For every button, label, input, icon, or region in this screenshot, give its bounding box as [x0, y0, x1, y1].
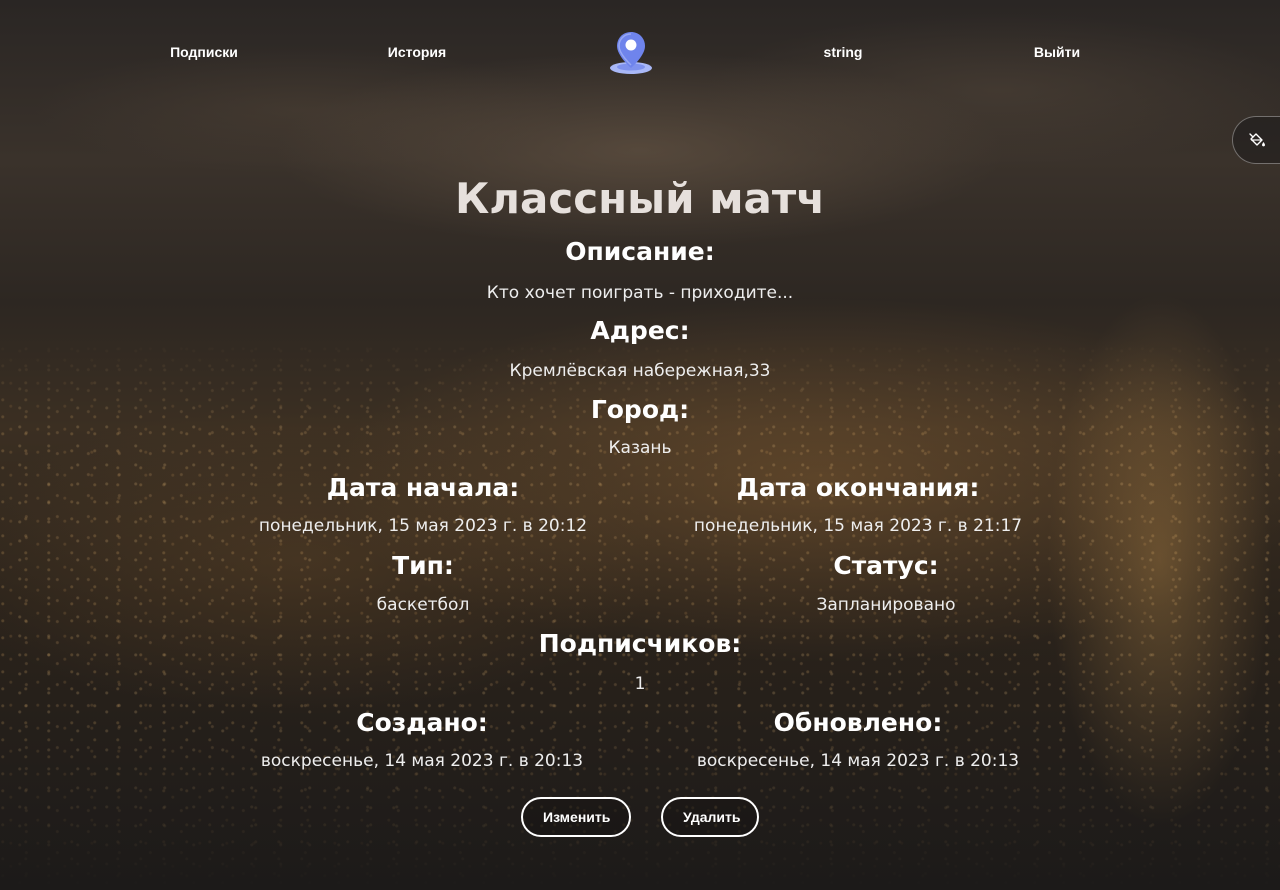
nav-username-link[interactable]: string [824, 44, 863, 60]
city-value: Казань [608, 438, 672, 458]
updated-value: воскресенье, 14 мая 2023 г. в 20:13 [696, 751, 1020, 771]
edit-button[interactable]: Изменить [521, 797, 631, 837]
end-date-value: понедельник, 15 мая 2023 г. в 21:17 [693, 516, 1023, 536]
end-date-label: Дата окончания: [736, 473, 980, 502]
nav-subscriptions-link[interactable]: Подписки [170, 44, 238, 60]
updated-label: Обновлено: [773, 708, 943, 737]
created-label: Создано: [356, 708, 488, 737]
paint-bucket-icon [1249, 133, 1265, 147]
description-value: Кто хочет поиграть - приходите... [486, 283, 794, 303]
type-label: Тип: [392, 551, 454, 580]
status-label: Статус: [833, 551, 939, 580]
start-date-value: понедельник, 15 мая 2023 г. в 20:12 [258, 516, 588, 536]
subscribers-count: 1 [634, 674, 646, 694]
theme-toggle-button[interactable] [1232, 116, 1280, 164]
subscribers-label: Подписчиков: [538, 629, 742, 658]
start-date-label: Дата начала: [326, 473, 520, 502]
address-value: Кремлёвская набережная,33 [509, 361, 771, 381]
status-value: Запланировано [816, 595, 956, 615]
city-label: Город: [590, 395, 690, 424]
description-label: Описание: [565, 237, 715, 266]
created-value: воскресенье, 14 мая 2023 г. в 20:13 [260, 751, 584, 771]
map-pin-icon[interactable] [607, 30, 655, 76]
event-title: Классный матч [454, 174, 826, 223]
action-buttons: Изменить Удалить [0, 797, 1280, 837]
type-value: баскетбол [376, 595, 470, 615]
nav-history-link[interactable]: История [388, 44, 446, 60]
delete-button[interactable]: Удалить [661, 797, 759, 837]
nav-logout-link[interactable]: Выйти [1034, 44, 1080, 60]
event-page: Подписки История string Выйти Классный м… [0, 0, 1280, 890]
address-label: Адрес: [590, 316, 690, 345]
